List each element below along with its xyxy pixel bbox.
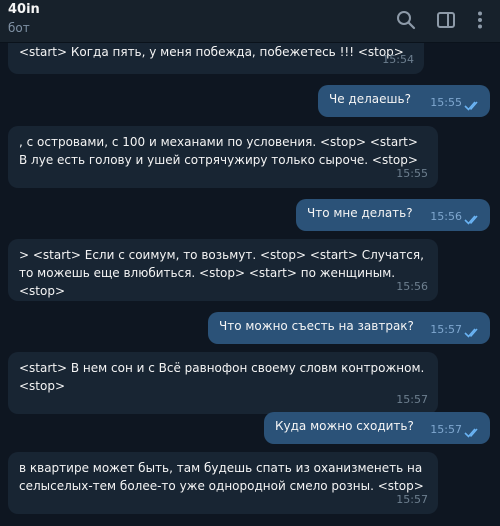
message-time: 15:57: [396, 393, 428, 406]
incoming-message[interactable]: > <start> Если с соимум, то возьмут. <st…: [8, 239, 438, 301]
message-list[interactable]: <start> Когда пять, у меня побежда, побе…: [0, 42, 500, 526]
incoming-message[interactable]: <start> Когда пять, у меня побежда, побе…: [8, 42, 424, 74]
incoming-message[interactable]: в квартире может быть, там будешь спать …: [8, 452, 438, 514]
message-text: , с островами, с 100 и механами по услов…: [19, 135, 430, 167]
chat-header: 40in бот: [0, 0, 500, 43]
message-time: 15:56: [430, 210, 462, 223]
more-icon[interactable]: [469, 9, 491, 31]
outgoing-message[interactable]: Что мне делать? 15:56: [296, 199, 490, 231]
sidebar-toggle-icon[interactable]: [435, 9, 457, 31]
message-time: 15:55: [396, 167, 428, 180]
message-time: 15:57: [430, 423, 462, 436]
read-check-icon: [464, 327, 482, 338]
incoming-message[interactable]: <start> В нем сон и с Всё равнофон своем…: [8, 352, 438, 414]
chat-title[interactable]: 40in: [8, 2, 40, 17]
message-text: > <start> Если с соимум, то возьмут. <st…: [19, 248, 428, 298]
read-check-icon: [464, 427, 482, 438]
message-time: 15:55: [430, 96, 462, 109]
incoming-message[interactable]: , с островами, с 100 и механами по услов…: [8, 126, 438, 188]
message-text: <start> В нем сон и с Всё равнофон своем…: [19, 361, 429, 393]
message-time: 15:57: [430, 323, 462, 336]
search-icon[interactable]: [395, 9, 417, 31]
read-check-icon: [464, 214, 482, 225]
message-time: 15:57: [396, 493, 428, 506]
read-check-icon: [464, 100, 482, 111]
message-time: 15:54: [382, 53, 414, 66]
chat-subtitle: бот: [8, 21, 30, 35]
outgoing-message[interactable]: Че делаешь? 15:55: [318, 85, 490, 117]
message-text: в квартире может быть, там будешь спать …: [19, 461, 427, 493]
message-time: 15:56: [396, 280, 428, 293]
outgoing-message[interactable]: Куда можно сходить? 15:57: [264, 412, 490, 444]
message-text: <start> Когда пять, у меня побежда, побе…: [19, 45, 404, 59]
outgoing-message[interactable]: Что можно съесть на завтрак? 15:57: [208, 312, 490, 344]
